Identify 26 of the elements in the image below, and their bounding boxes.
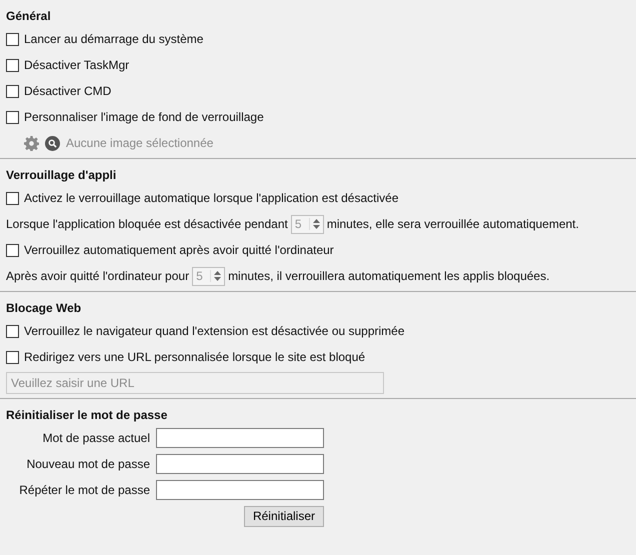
option-text: Après avoir quitté l'ordinateur pour (6, 269, 190, 283)
search-icon[interactable] (45, 136, 60, 150)
checkbox-option[interactable]: Verrouillez le navigateur quand l'extension est désactivée ou supprimée (6, 318, 405, 344)
image-status: Aucune image sélectionnée (66, 136, 214, 150)
checkbox-option[interactable]: Activez le verrouillage automatique lorsque l'application est désactivée (6, 185, 399, 211)
checkbox-option[interactable]: Personnaliser l'image de fond de verrouillage (6, 104, 264, 130)
checkbox-option[interactable]: Désactiver CMD (6, 78, 112, 104)
option-text: minutes, il verrouillera automatiquement les applis bloquées. (228, 269, 550, 283)
password-field[interactable] (156, 428, 324, 448)
field-label: Répéter le mot de passe (18, 483, 150, 497)
field-label: Nouveau mot de passe (26, 457, 150, 471)
reset-button[interactable]: Réinitialiser (244, 506, 324, 526)
field-label: Mot de passe actuel (42, 431, 150, 445)
checkbox-option[interactable]: Désactiver TaskMgr (6, 52, 130, 78)
section-title: Réinitialiser le mot de passe (6, 407, 168, 424)
checkbox-option[interactable]: Lancer au démarrage du système (6, 26, 204, 52)
option-text: Lorsque l'application bloquée est désactivée pendant (6, 217, 288, 231)
checkbox-option[interactable]: Redirigez vers une URL personnalisée lorsque le site est bloqué (6, 344, 366, 370)
section-title: Blocage Web (6, 300, 82, 317)
password-field[interactable] (156, 454, 324, 474)
section-title: Verrouillage d'appli (6, 167, 118, 184)
gear-icon[interactable] (24, 136, 39, 150)
section-title: Général (6, 8, 52, 25)
option-text: minutes, elle sera verrouillée automatiquement. (326, 217, 579, 231)
password-field[interactable] (156, 480, 324, 500)
checkbox-option[interactable]: Verrouillez automatiquement après avoir quitté l'ordinateur (6, 237, 334, 263)
